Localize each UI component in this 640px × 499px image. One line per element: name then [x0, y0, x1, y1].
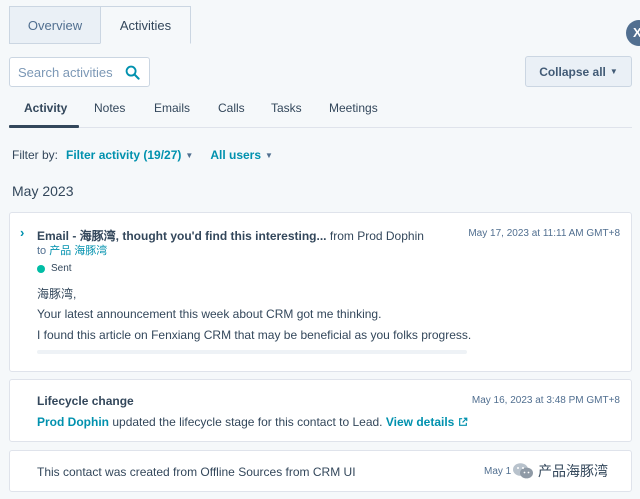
status-dot-icon [37, 264, 45, 273]
collapse-all-button[interactable]: Collapse all ▼ [525, 56, 632, 87]
lifecycle-title: Lifecycle change [37, 394, 134, 408]
wechat-logo-icon [513, 463, 533, 479]
search-input[interactable] [10, 58, 120, 86]
caret-down-icon: ▼ [609, 67, 618, 76]
active-tab-indicator [9, 125, 79, 128]
lifecycle-activity-card[interactable]: Lifecycle change May 16, 2023 at 3:48 PM… [9, 379, 632, 442]
lifecycle-text: updated the lifecycle stage for this con… [112, 415, 383, 429]
email-body-line: I found this article on Fenxiang CRM tha… [37, 328, 472, 342]
caret-down-icon: ▼ [265, 150, 273, 160]
to-prefix: to [37, 245, 47, 257]
recipient-link[interactable]: 产品 海豚湾 [49, 245, 107, 257]
email-body-line: 海豚湾, [37, 287, 77, 301]
tab-calls[interactable]: Calls [218, 101, 245, 115]
email-activity-card[interactable]: › Email - 海豚湾, thought you'd find this i… [9, 212, 632, 372]
watermark: 产品海豚湾 [512, 461, 608, 481]
month-heading: May 2023 [12, 183, 74, 199]
email-from: from Prod Dophin [329, 229, 424, 243]
lifecycle-body: Prod Dophin updated the lifecycle stage … [37, 415, 468, 429]
email-subject[interactable]: Email - 海豚湾, thought you'd find this int… [37, 229, 327, 243]
tab-activities[interactable]: Activities [100, 6, 191, 44]
tab-emails[interactable]: Emails [154, 101, 190, 115]
close-icon[interactable]: X [626, 20, 640, 46]
activity-type-tabs: Activity Notes Emails Calls Tasks Meetin… [9, 97, 632, 128]
filter-activity-dropdown[interactable]: Filter activity (19/27) [66, 148, 181, 162]
email-date: May 17, 2023 at 11:11 AM GMT+8 [468, 228, 620, 239]
tab-activity[interactable]: Activity [24, 101, 67, 115]
created-date: May 1 [484, 466, 512, 477]
created-text: This contact was created from Offline So… [37, 465, 356, 479]
all-users-dropdown[interactable]: All users [210, 148, 261, 162]
email-recipient: to 产品 海豚湾 [37, 242, 107, 258]
lifecycle-date: May 16, 2023 at 3:48 PM GMT+8 [471, 395, 620, 406]
filter-row: Filter by: Filter activity (19/27) ▼ All… [12, 148, 273, 162]
status-text: Sent [51, 263, 72, 274]
email-body-line: Your latest announcement this week about… [37, 307, 382, 321]
search-icon[interactable] [125, 65, 140, 80]
filter-label: Filter by: [12, 148, 59, 162]
owner-link[interactable]: Prod Dophin [37, 415, 109, 429]
view-tabs: Overview Activities [9, 6, 191, 44]
tab-meetings[interactable]: Meetings [329, 101, 378, 115]
truncated-text-fade [37, 350, 467, 354]
view-details-link[interactable]: View details [386, 415, 454, 429]
tab-notes[interactable]: Notes [94, 101, 125, 115]
status-badge: Sent [37, 263, 72, 274]
external-link-icon[interactable] [458, 417, 468, 427]
search-box [9, 57, 150, 87]
watermark-text: 产品海豚湾 [538, 463, 608, 479]
chevron-right-icon[interactable]: › [20, 225, 24, 240]
collapse-all-label: Collapse all [539, 64, 606, 79]
tab-tasks[interactable]: Tasks [271, 101, 302, 115]
caret-down-icon: ▼ [185, 150, 194, 160]
tab-overview[interactable]: Overview [9, 6, 100, 44]
